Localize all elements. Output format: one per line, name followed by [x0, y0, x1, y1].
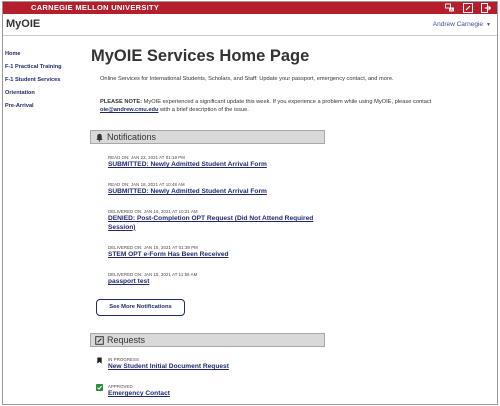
notification-link[interactable]: DENIED: Post-Completion OPT Request (Did… [108, 215, 318, 233]
notifications-header: Notifications [90, 130, 325, 144]
edit-icon[interactable] [462, 3, 473, 13]
notification-link[interactable]: STEM OPT e-Form Has Been Received [108, 251, 318, 260]
page-title: MyOIE Services Home Page [91, 47, 310, 65]
notification-link[interactable]: passport test [108, 278, 318, 287]
request-link[interactable]: Emergency Contact [108, 390, 318, 399]
logout-icon[interactable] [480, 3, 491, 13]
edit-square-icon [95, 336, 104, 345]
bell-icon [96, 133, 103, 142]
top-bar: CARNEGIE MELLON UNIVERSITY A [3, 2, 497, 14]
check-icon [96, 384, 103, 391]
intro-text: Online Services for International Studen… [100, 76, 394, 82]
see-more-notifications-button[interactable]: See More Notifications [96, 299, 185, 316]
app-title[interactable]: MyOIE [6, 18, 40, 30]
notification-meta: READ ON: JAN 22, 2021 AT 01:19 PM [108, 155, 185, 160]
notice-tail: with a brief description of the issue. [160, 106, 249, 113]
request-status: IN PROGRESS [108, 357, 139, 362]
request-link[interactable]: New Student Initial Document Request [108, 363, 318, 372]
user-menu[interactable]: Andrew Carnegie [433, 21, 483, 28]
requests-header: Requests [90, 333, 325, 347]
contact-email-link[interactable]: oie@andrew.cmu.edu [100, 107, 158, 113]
chevron-down-icon[interactable]: ▼ [486, 22, 491, 28]
notification-link[interactable]: SUBMITTED: Newly Admitted Student Arriva… [108, 161, 318, 170]
main-content: MyOIE Services Home Page Online Services… [91, 38, 491, 114]
notification-meta: READ ON: JAN 18, 2021 AT 10:48 AM [108, 182, 185, 187]
sidebar-item-home[interactable]: Home [5, 48, 85, 61]
notifications-title: Notifications [107, 132, 157, 142]
notification-meta: DELIVERED ON: JAN 15, 2021 AT 01:39 PM [108, 245, 198, 250]
notification-item: DELIVERED ON: JAN 15, 2021 AT 11:56 AM p… [108, 272, 318, 287]
notification-item: READ ON: JAN 18, 2021 AT 10:48 AM SUBMIT… [108, 182, 318, 197]
notice-label: PLEASE NOTE: [100, 99, 143, 105]
notification-meta: DELIVERED ON: JAN 15, 2021 AT 11:56 AM [108, 272, 198, 277]
request-status: APPROVED [108, 384, 133, 389]
top-icons: A [444, 3, 491, 13]
notification-link[interactable]: SUBMITTED: Newly Admitted Student Arriva… [108, 188, 318, 197]
sidebar-item-orientation[interactable]: Orientation [5, 87, 85, 100]
sidebar-item-student-services[interactable]: F-1 Student Services [5, 74, 85, 87]
sidebar-item-pre-arrival[interactable]: Pre-Arrival [5, 100, 85, 113]
notification-meta: DELIVERED ON: JAN 16, 2021 AT 10:21 AM [108, 209, 198, 214]
notification-item: DELIVERED ON: JAN 15, 2021 AT 01:39 PM S… [108, 245, 318, 260]
notice-body: MyOIE experienced a significant update t… [143, 99, 432, 105]
sidebar: Home F-1 Practical Training F-1 Student … [5, 48, 85, 113]
notice-text: PLEASE NOTE: MyOIE experienced a signifi… [100, 99, 480, 114]
university-name: CARNEGIE MELLON UNIVERSITY [31, 3, 160, 12]
notification-item: DELIVERED ON: JAN 16, 2021 AT 10:21 AM D… [108, 209, 318, 233]
notification-item: READ ON: JAN 22, 2021 AT 01:19 PM SUBMIT… [108, 155, 318, 170]
language-icon[interactable]: A [444, 3, 455, 13]
page-frame: CARNEGIE MELLON UNIVERSITY A MyOIE Andre… [2, 1, 498, 405]
requests-title: Requests [107, 335, 146, 345]
app-header: MyOIE Andrew Carnegie ▼ [3, 14, 497, 36]
sidebar-item-practical-training[interactable]: F-1 Practical Training [5, 61, 85, 74]
bookmark-icon [97, 357, 102, 364]
